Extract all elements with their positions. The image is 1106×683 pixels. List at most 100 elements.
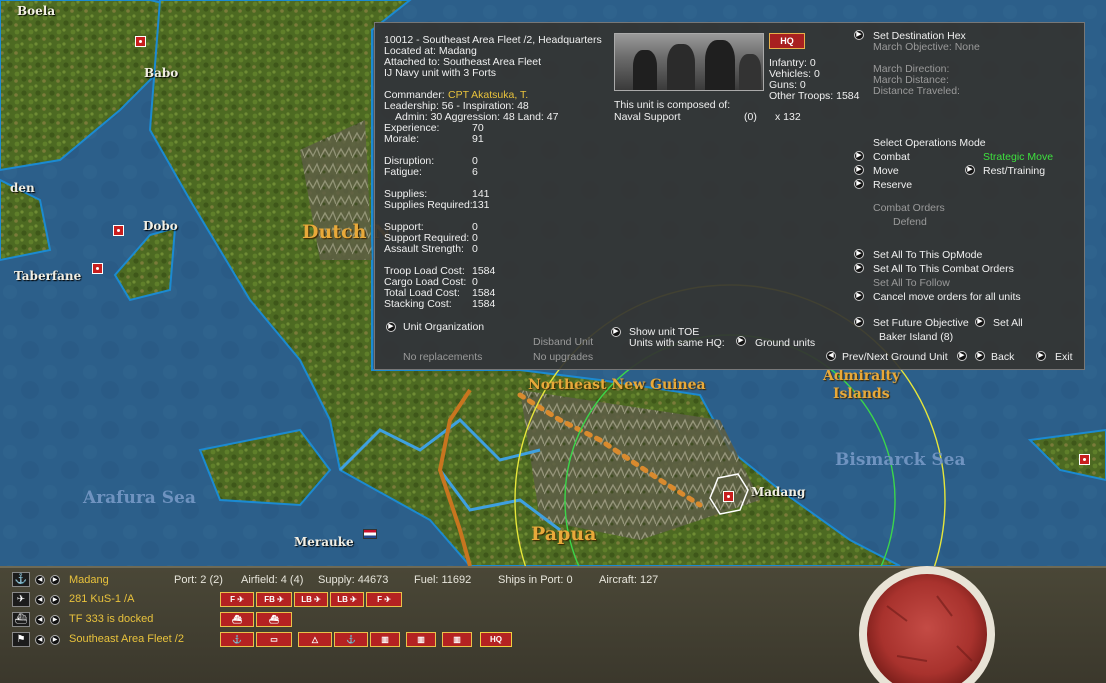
air-group-chip-fighter-bomber[interactable]: FB ✈ [256,592,292,607]
dutch-flag-icon[interactable] [363,529,377,539]
back-button[interactable]: Back [991,352,1014,363]
air-chip-label: FB [264,595,275,604]
strategic-move-button[interactable]: Strategic Move [983,152,1053,163]
air-group-chip-fighter[interactable]: F ✈ [366,592,402,607]
base-label-merauke: Merauke [294,535,354,549]
next-ground-arrow-icon[interactable]: ▶ [50,635,60,645]
ground-chip-fort-icon[interactable]: ▥ [406,632,436,647]
combat-mode-icon[interactable]: ▶ [854,151,864,161]
base-label-taberfane: Taberfane [14,269,82,283]
flag-icon[interactable]: ⚑ [12,632,30,647]
region-label-papua: Papua [531,523,597,545]
march-objective-text: March Objective: None [873,41,980,53]
hq-badge-label: HQ [780,36,794,46]
set-all-opmode-icon[interactable]: ▶ [854,249,864,259]
airfield-size: Airfield: 4 (4) [241,574,304,586]
ground-chip-engineer-icon[interactable]: ▭ [256,632,292,647]
combat-mode-button[interactable]: Combat [873,152,910,163]
unit-type: IJ Navy unit with 3 Forts [384,67,497,79]
ground-chip-artillery-icon[interactable]: △ [298,632,332,647]
supply-amount: Supply: 44673 [318,574,389,586]
set-all-icon[interactable]: ▶ [975,317,985,327]
base-marker-babo[interactable] [135,36,146,47]
show-toe-icon[interactable]: ▶ [611,327,621,337]
back-icon[interactable]: ▶ [975,351,985,361]
exit-button[interactable]: Exit [1055,352,1073,363]
set-all-combat-icon[interactable]: ▶ [854,263,864,273]
rest-training-icon[interactable]: ▶ [965,165,975,175]
stat-value: 91 [472,133,484,145]
hq-badge-icon: HQ [769,33,805,49]
stat-value: 1584 [472,298,496,310]
prev-ground-arrow-icon[interactable]: ◀ [35,635,45,645]
ground-chip-fort-icon[interactable]: ▥ [370,632,400,647]
base-marker-dobo[interactable] [113,225,124,236]
air-chip-label: F [377,595,382,604]
next-base-arrow-icon[interactable]: ▶ [50,575,60,585]
next-unit-icon[interactable]: ▶ [957,351,967,361]
set-all-combat-button[interactable]: Set All To This Combat Orders [873,264,1014,275]
ship-chip-icon[interactable]: ⛴ [256,612,292,627]
ship-chip-icon[interactable]: ⛴ [220,612,254,627]
air-unit-name[interactable]: 281 KuS-1 /A [69,593,134,605]
prev-tf-arrow-icon[interactable]: ◀ [35,615,45,625]
base-marker-taberfane[interactable] [92,263,103,274]
task-force-status[interactable]: TF 333 is docked [69,613,153,625]
prev-unit-icon[interactable]: ◀ [826,351,836,361]
ships-in-port: Ships in Port: 0 [498,574,573,586]
next-tf-arrow-icon[interactable]: ▶ [50,615,60,625]
port-size: Port: 2 (2) [174,574,223,586]
other-troops-count: Other Troops: 1584 [769,90,860,102]
combat-orders-label: Combat Orders [873,202,945,214]
ground-chip-naval-guard-icon[interactable]: ⚓ [334,632,368,647]
base-marker-madang[interactable] [723,491,734,502]
ship-icon[interactable]: ⛴ [12,612,30,627]
air-group-chip-fighter[interactable]: F ✈ [220,592,254,607]
reserve-mode-button[interactable]: Reserve [873,180,912,191]
aircraft-icon[interactable]: ✈ [12,592,30,607]
air-chip-label: LB [337,595,348,604]
unit-organization-button[interactable]: Unit Organization [403,322,484,333]
ground-units-icon[interactable]: ▶ [736,336,746,346]
stat-label: Assault Strength: [384,243,464,255]
aircraft-count: Aircraft: 127 [599,574,659,586]
reserve-mode-icon[interactable]: ▶ [854,179,864,189]
ground-chip-hq[interactable]: HQ [480,632,512,647]
set-all-opmode-button[interactable]: Set All To This OpMode [873,250,982,261]
prev-air-arrow-icon[interactable]: ◀ [35,595,45,605]
air-group-chip-level-bomber[interactable]: LB ✈ [330,592,364,607]
exit-icon[interactable]: ▶ [1036,351,1046,361]
set-destination-icon[interactable]: ▶ [854,30,864,40]
unit-photo [614,33,764,91]
air-chip-label: LB [301,595,312,604]
composed-item-count: (0) [744,111,757,123]
set-future-objective-button[interactable]: Set Future Objective [873,318,969,329]
stat-label: Supplies Required: [384,199,473,211]
base-label-dobo: Dobo [143,219,178,233]
move-mode-icon[interactable]: ▶ [854,165,864,175]
stat-label: Morale: [384,133,420,145]
ground-chip-naval-icon[interactable]: ⚓ [220,632,254,647]
hq-chip-label: HQ [490,635,502,644]
anchor-icon[interactable]: ⚓ [12,572,30,587]
move-mode-button[interactable]: Move [873,166,899,177]
no-replacements-text: No replacements [403,351,483,363]
unit-organization-icon[interactable]: ▶ [386,322,396,332]
stat-value: 131 [472,199,490,211]
air-group-chip-level-bomber[interactable]: LB ✈ [294,592,328,607]
cancel-move-icon[interactable]: ▶ [854,291,864,301]
set-all-button[interactable]: Set All [993,318,1023,329]
rest-training-button[interactable]: Rest/Training [983,166,1045,177]
next-air-arrow-icon[interactable]: ▶ [50,595,60,605]
prev-base-arrow-icon[interactable]: ◀ [35,575,45,585]
distance-traveled-text: Distance Traveled: [873,85,960,97]
region-label-admiralty: Admiralty [823,368,901,384]
ground-unit-name[interactable]: Southeast Area Fleet /2 [69,633,184,645]
ground-chip-fort-icon[interactable]: ▥ [442,632,472,647]
set-future-objective-icon[interactable]: ▶ [854,317,864,327]
base-name[interactable]: Madang [69,574,109,586]
base-marker-bismarck[interactable] [1079,454,1090,465]
set-all-follow-button: Set All To Follow [873,277,950,289]
cancel-move-button[interactable]: Cancel move orders for all units [873,292,1021,303]
ground-units-button[interactable]: Ground units [755,338,815,349]
